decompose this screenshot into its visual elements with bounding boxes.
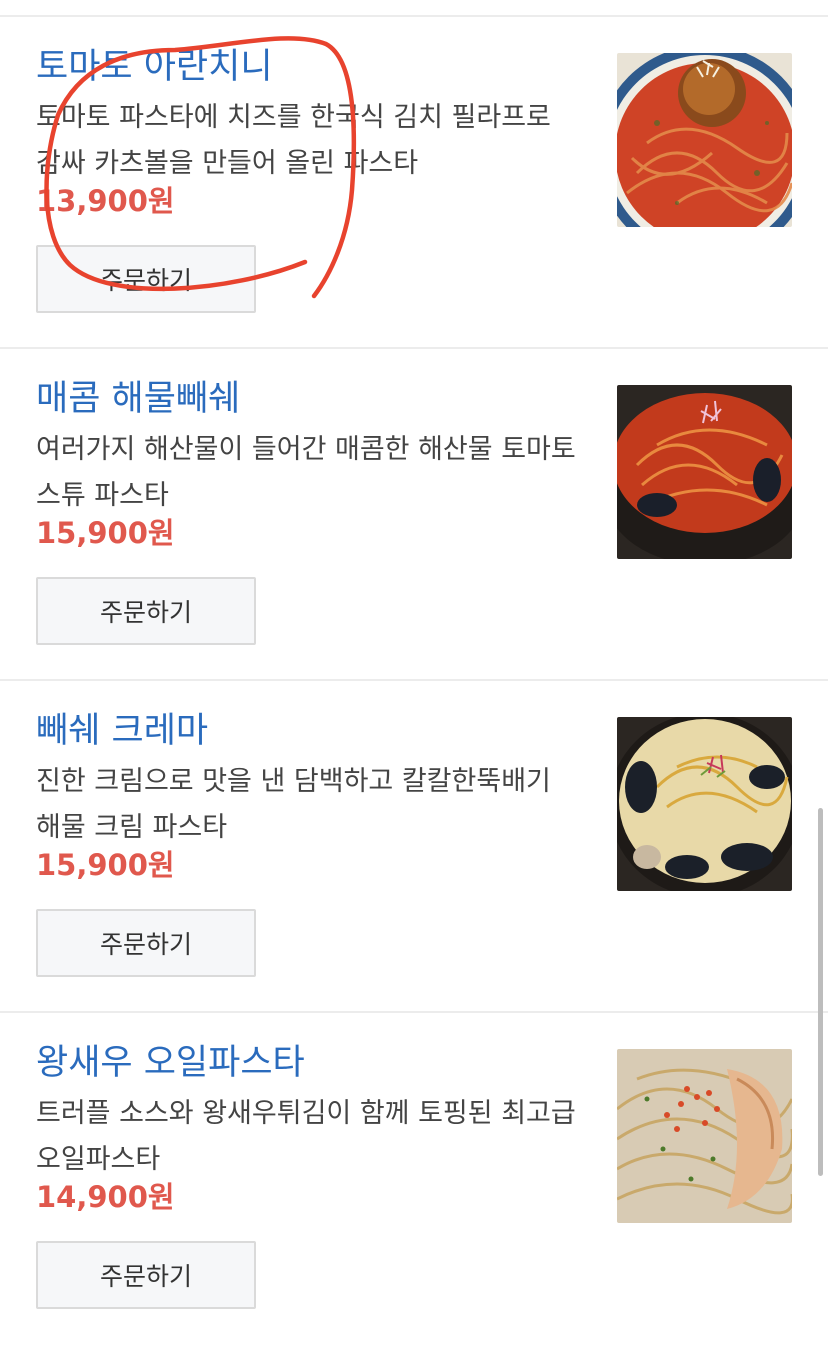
order-button[interactable]: 주문하기 bbox=[36, 909, 256, 977]
menu-list: 토마토 아란치니 토마토 파스타에 치즈를 한국식 김치 필라프로 감싸 카츠볼… bbox=[0, 17, 828, 1345]
menu-item-description: 토마토 파스타에 치즈를 한국식 김치 필라프로 감싸 카츠볼을 만들어 올린 … bbox=[36, 95, 596, 187]
spicy-seafood-stew-photo[interactable] bbox=[617, 385, 792, 559]
menu-item-tomato-arancini[interactable]: 토마토 아란치니 토마토 파스타에 치즈를 한국식 김치 필라프로 감싸 카츠볼… bbox=[0, 17, 828, 349]
menu-item-price: 15,900원 bbox=[36, 516, 175, 550]
menu-item-price: 15,900원 bbox=[36, 848, 175, 882]
seafood-cream-pasta-photo[interactable] bbox=[617, 717, 792, 891]
king-prawn-oil-pasta-photo[interactable] bbox=[617, 1049, 792, 1223]
menu-item-name[interactable]: 빼쉐 크레마 bbox=[36, 709, 208, 753]
menu-item-king-prawn-oil-pasta[interactable]: 왕새우 오일파스타 트러플 소스와 왕새우튀김이 함께 토핑된 최고급 오일파스… bbox=[0, 1013, 828, 1345]
menu-item-description: 트러플 소스와 왕새우튀김이 함께 토핑된 최고급 오일파스타 bbox=[36, 1091, 596, 1183]
tomato-arancini-pasta-photo[interactable] bbox=[617, 53, 792, 227]
description-line: 토마토 파스타에 치즈를 한국식 김치 필라프로 bbox=[36, 102, 551, 133]
menu-item-name[interactable]: 왕새우 오일파스타 bbox=[36, 1041, 305, 1085]
order-button[interactable]: 주문하기 bbox=[36, 1241, 256, 1309]
description-line: 트러플 소스와 왕새우튀김이 함께 토핑된 최고급 bbox=[36, 1098, 576, 1129]
menu-item-price: 14,900원 bbox=[36, 1180, 175, 1214]
scrollbar[interactable] bbox=[818, 808, 823, 1176]
menu-item-name[interactable]: 토마토 아란치니 bbox=[36, 45, 273, 89]
menu-item-description: 여러가지 해산물이 들어간 매콤한 해산물 토마토 스튜 파스타 bbox=[36, 427, 596, 519]
order-button[interactable]: 주문하기 bbox=[36, 245, 256, 313]
menu-item-pescatore-crema[interactable]: 빼쉐 크레마 진한 크림으로 맛을 낸 담백하고 칼칼한뚝배기 해물 크림 파스… bbox=[0, 681, 828, 1013]
description-line: 여러가지 해산물이 들어간 매콤한 해산물 토마토 bbox=[36, 434, 576, 465]
menu-item-description: 진한 크림으로 맛을 낸 담백하고 칼칼한뚝배기 해물 크림 파스타 bbox=[36, 759, 596, 851]
description-line: 진한 크림으로 맛을 낸 담백하고 칼칼한뚝배기 bbox=[36, 766, 551, 797]
menu-item-price: 13,900원 bbox=[36, 184, 175, 218]
menu-item-spicy-seafood[interactable]: 매콤 해물빼쉐 여러가지 해산물이 들어간 매콤한 해산물 토마토 스튜 파스타… bbox=[0, 349, 828, 681]
menu-item-name[interactable]: 매콤 해물빼쉐 bbox=[36, 377, 240, 421]
order-button[interactable]: 주문하기 bbox=[36, 577, 256, 645]
